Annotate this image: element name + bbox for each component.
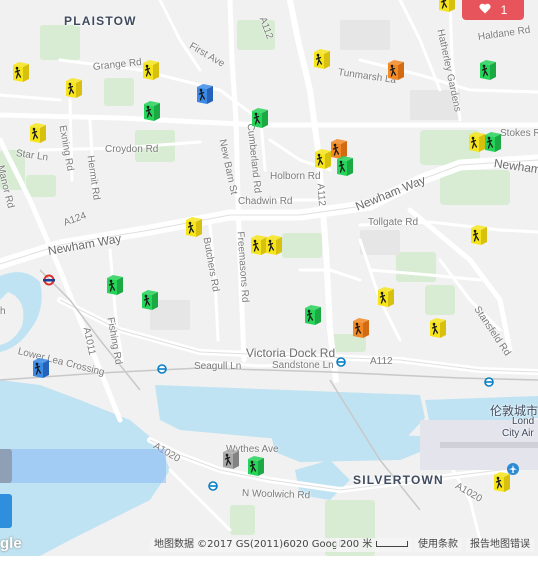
favorites-count: 1 <box>500 3 508 17</box>
map-marker-yellow[interactable] <box>312 47 332 71</box>
road-label-holborn: Holborn Rd <box>270 171 321 182</box>
road-label-a112-low: A112 <box>370 356 393 367</box>
side-action-button[interactable] <box>0 494 12 528</box>
map-marker-yellow[interactable] <box>264 233 284 257</box>
map-marker-yellow[interactable] <box>437 0 457 14</box>
road-label-edge-h: h <box>0 306 6 317</box>
road-label-stokes: Stokes R <box>500 128 538 139</box>
map-marker-yellow[interactable] <box>313 147 333 171</box>
rail-station-icon[interactable] <box>336 354 346 372</box>
road-label-chadwin: Chadwin Rd <box>238 196 293 207</box>
map-marker-green[interactable] <box>335 154 355 178</box>
road-label-seagull: Seagull Ln <box>194 361 242 372</box>
map-marker-orange[interactable] <box>386 58 406 82</box>
map-marker-yellow[interactable] <box>64 76 84 100</box>
scale-text: 200 米 <box>340 539 373 550</box>
map-marker-green[interactable] <box>483 130 503 154</box>
map-marker-yellow[interactable] <box>28 121 48 145</box>
map-marker-yellow[interactable] <box>376 285 396 309</box>
scale-bar <box>376 541 409 547</box>
map-marker-blue[interactable] <box>31 356 51 380</box>
map-marker-green[interactable] <box>303 303 323 327</box>
map-view[interactable]: PLAISTOW SILVERTOWN Grange Rd First Ave … <box>0 0 538 556</box>
underground-station-icon[interactable] <box>43 273 55 291</box>
map-marker-green[interactable] <box>105 273 125 297</box>
map-marker-green[interactable] <box>140 288 160 312</box>
heart-icon <box>479 3 491 17</box>
rail-station-icon[interactable] <box>484 374 494 392</box>
map-marker-yellow[interactable] <box>492 470 512 494</box>
map-marker-yellow[interactable] <box>469 223 489 247</box>
google-logo: gle <box>0 535 22 552</box>
map-marker-green[interactable] <box>142 99 162 123</box>
report-map-error-link[interactable]: 报告地图错误 <box>466 538 534 552</box>
favorites-badge[interactable]: 1 <box>462 0 524 20</box>
map-marker-green[interactable] <box>478 58 498 82</box>
road-label-n-woolwich: N Woolwich Rd <box>241 488 311 502</box>
map-marker-yellow[interactable] <box>428 316 448 340</box>
map-marker-blue[interactable] <box>195 82 215 106</box>
area-label-silvertown: SILVERTOWN <box>353 473 444 487</box>
map-data-attribution: 地图数据 ©2017 GS(2011)6020 Google <box>150 538 352 552</box>
road-label-sandstone: Sandstone Ln <box>272 360 334 371</box>
map-marker-green[interactable] <box>250 106 270 130</box>
road-label-croydon: Croydon Rd <box>105 144 159 155</box>
map-marker-orange[interactable] <box>351 316 371 340</box>
map-marker-yellow[interactable] <box>11 60 31 84</box>
road-label-a112-mid: A112 <box>314 183 328 207</box>
terms-link[interactable]: 使用条款 <box>414 538 462 552</box>
map-marker-yellow[interactable] <box>141 58 161 82</box>
rail-station-icon[interactable] <box>157 361 167 379</box>
road-label-victoria-dock: Victoria Dock Rd <box>246 346 336 360</box>
map-marker-green[interactable] <box>246 454 266 478</box>
scale-control[interactable]: 200 米 <box>336 538 413 552</box>
selection-highlight <box>0 449 166 483</box>
map-marker-yellow[interactable] <box>184 215 204 239</box>
side-panel-button[interactable] <box>0 449 12 483</box>
road-label-tollgate: Tollgate Rd <box>368 217 419 228</box>
area-label-plaistow: PLAISTOW <box>64 14 137 28</box>
poi-label-city-airport-2: City Air <box>502 428 534 439</box>
rail-station-icon[interactable] <box>208 478 218 496</box>
map-marker-gray[interactable] <box>221 447 241 471</box>
poi-label-city-airport-1: Lond <box>512 416 535 427</box>
